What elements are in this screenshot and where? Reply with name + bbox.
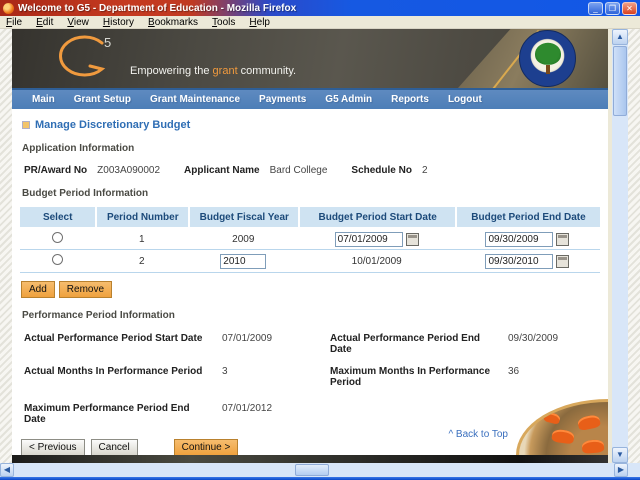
actual-months-label: Actual Months In Performance Period <box>24 366 222 388</box>
menu-bookmarks[interactable]: Bookmarks <box>148 17 198 28</box>
menu-help[interactable]: Help <box>249 17 270 28</box>
remove-button[interactable]: Remove <box>59 281 112 298</box>
col-period-number: Period Number <box>95 207 188 227</box>
nav-g5-admin[interactable]: G5 Admin <box>325 94 372 105</box>
maximum-months-value: 36 <box>508 366 608 388</box>
col-budget-fiscal-year: Budget Fiscal Year <box>188 207 298 227</box>
window-title: Welcome to G5 - Department of Education … <box>18 3 588 14</box>
page-title: Manage Discretionary Budget <box>35 119 190 131</box>
chair-graphic <box>543 411 561 425</box>
row2-select-radio[interactable] <box>52 254 63 265</box>
page-title-icon <box>22 121 30 129</box>
col-end-date: Budget Period End Date <box>455 207 600 227</box>
budget-period-table: Select Period Number Budget Fiscal Year … <box>20 207 600 273</box>
restore-button[interactable]: ❐ <box>605 2 620 15</box>
pr-award-no-value: Z003A090002 <box>97 165 160 176</box>
table-row: 2 10/01/2009 <box>20 250 600 273</box>
row2-start-date: 10/01/2009 <box>298 250 455 273</box>
performance-period-fields: Actual Performance Period Start Date 07/… <box>12 321 608 425</box>
previous-button[interactable]: < Previous <box>21 439 85 456</box>
cancel-button[interactable]: Cancel <box>91 439 138 456</box>
performance-period-heading: Performance Period Information <box>12 298 608 321</box>
calendar-icon[interactable] <box>406 233 419 246</box>
row2-fiscal-year-input[interactable] <box>220 254 266 269</box>
pr-award-no-label: PR/Award No <box>24 165 87 176</box>
actual-start-date-value: 07/01/2009 <box>222 333 330 355</box>
applicant-name-label: Applicant Name <box>184 165 260 176</box>
budget-period-heading: Budget Period Information <box>12 176 608 199</box>
page-left-margin <box>0 29 12 463</box>
browser-window: Welcome to G5 - Department of Education … <box>0 0 640 480</box>
col-start-date: Budget Period Start Date <box>298 207 455 227</box>
scroll-down-button[interactable]: ▼ <box>612 447 628 463</box>
calendar-icon[interactable] <box>556 255 569 268</box>
main-navbar: Main Grant Setup Grant Maintenance Payme… <box>12 88 608 109</box>
actual-start-date-label: Actual Performance Period Start Date <box>24 333 222 355</box>
row1-period-number: 1 <box>95 227 188 250</box>
maximum-end-date-value: 07/01/2012 <box>222 403 330 425</box>
vertical-scrollbar[interactable]: ▲ ▼ <box>612 29 628 463</box>
application-info-fields: PR/Award No Z003A090002 Applicant Name B… <box>12 154 608 176</box>
nav-logout[interactable]: Logout <box>448 94 482 105</box>
table-row: 1 2009 <box>20 227 600 250</box>
application-info-heading: Application Information <box>12 131 608 154</box>
col-select: Select <box>20 207 95 227</box>
continue-button[interactable]: Continue > <box>174 439 239 456</box>
schedule-no-label: Schedule No <box>351 165 412 176</box>
chair-graphic <box>577 414 601 431</box>
horizontal-scroll-thumb[interactable] <box>295 464 329 476</box>
banner-tagline: Empowering the grant community. <box>130 65 296 77</box>
row1-end-date-input[interactable] <box>485 232 553 247</box>
menubar: File Edit View History Bookmarks Tools H… <box>0 16 640 29</box>
menu-tools[interactable]: Tools <box>212 17 235 28</box>
nav-grant-setup[interactable]: Grant Setup <box>74 94 131 105</box>
add-button[interactable]: Add <box>21 281 55 298</box>
actual-end-date-label: Actual Performance Period End Date <box>330 333 508 355</box>
nav-main[interactable]: Main <box>32 94 55 105</box>
menu-view[interactable]: View <box>67 17 89 28</box>
horizontal-scrollbar[interactable]: ◀ ▶ <box>0 463 628 477</box>
seal-tree-icon <box>535 43 561 65</box>
titlebar: Welcome to G5 - Department of Education … <box>0 0 640 16</box>
nav-grant-maintenance[interactable]: Grant Maintenance <box>150 94 240 105</box>
g5-banner: 5 Empowering the grant community. <box>12 29 608 88</box>
footer-image-strip <box>12 455 608 463</box>
back-to-top-link[interactable]: ^ Back to Top <box>448 429 508 440</box>
page-content: Manage Discretionary Budget Application … <box>12 109 608 455</box>
nav-reports[interactable]: Reports <box>391 94 429 105</box>
firefox-icon <box>3 3 14 14</box>
scrollbar-corner <box>628 463 640 477</box>
g5-logo: 5 <box>50 33 120 85</box>
maximum-months-label: Maximum Months In Performance Period <box>330 366 508 388</box>
row1-start-date-input[interactable] <box>335 232 403 247</box>
menu-file[interactable]: File <box>6 17 22 28</box>
vertical-scroll-thumb[interactable] <box>613 46 627 116</box>
row1-fiscal-year: 2009 <box>188 227 298 250</box>
schedule-no-value: 2 <box>422 165 428 176</box>
nav-payments[interactable]: Payments <box>259 94 306 105</box>
calendar-icon[interactable] <box>556 233 569 246</box>
menu-history[interactable]: History <box>103 17 134 28</box>
scroll-left-button[interactable]: ◀ <box>0 463 14 477</box>
minimize-button[interactable]: _ <box>588 2 603 15</box>
actual-months-value: 3 <box>222 366 330 388</box>
scroll-right-button[interactable]: ▶ <box>614 463 628 477</box>
education-seal <box>519 30 576 87</box>
row1-select-radio[interactable] <box>52 232 63 243</box>
g5-logo-number: 5 <box>104 35 111 50</box>
page-right-margin <box>628 29 640 463</box>
seal-trunk <box>546 65 550 74</box>
applicant-name-value: Bard College <box>270 165 328 176</box>
row2-end-date-input[interactable] <box>485 254 553 269</box>
maximum-end-date-label: Maximum Performance Period End Date <box>24 403 222 425</box>
menu-edit[interactable]: Edit <box>36 17 53 28</box>
close-button[interactable]: ✕ <box>622 2 637 15</box>
actual-end-date-value: 09/30/2009 <box>508 333 608 355</box>
chair-graphic <box>581 439 604 454</box>
row2-period-number: 2 <box>95 250 188 273</box>
chair-graphic <box>551 429 575 445</box>
scroll-up-button[interactable]: ▲ <box>612 29 628 45</box>
